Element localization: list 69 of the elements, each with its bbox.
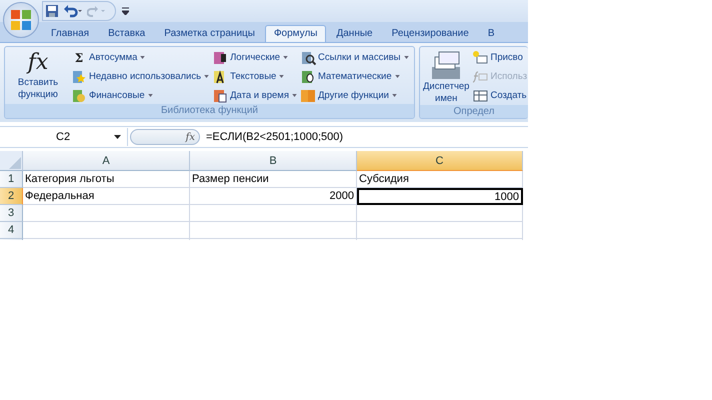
- ribbon-tab[interactable]: Разметка страницы: [155, 25, 264, 42]
- table-cell[interactable]: Субсидия: [357, 171, 523, 188]
- ribbon-button[interactable]: Присво: [471, 49, 528, 66]
- formula-field[interactable]: =ЕСЛИ(B2<2501;1000;500): [202, 131, 344, 143]
- ribbon-button[interactable]: Логические: [211, 49, 298, 66]
- save-icon[interactable]: [45, 4, 59, 18]
- caret-icon: [392, 94, 397, 97]
- table-cell[interactable]: [23, 222, 190, 239]
- table-cell[interactable]: Размер пенсии: [190, 171, 357, 188]
- caret-icon: [204, 75, 210, 78]
- function-icon: [472, 68, 488, 84]
- fx-icon: fx: [28, 49, 48, 77]
- caret-icon: [114, 135, 121, 139]
- triangle-icon: [9, 157, 21, 169]
- table-cell[interactable]: [357, 205, 523, 222]
- ribbon-button[interactable]: Текстовые: [211, 68, 298, 85]
- book-magnifier-icon: [300, 50, 316, 66]
- table-icon: [472, 88, 488, 104]
- table-cell[interactable]: 2000: [190, 188, 357, 205]
- insert-function-button[interactable]: fx: [130, 129, 200, 145]
- book-coin-icon: [71, 88, 87, 104]
- books-icon: [300, 88, 316, 104]
- caret-icon: [283, 56, 288, 59]
- table-cell[interactable]: 1000: [357, 188, 523, 205]
- column-header[interactable]: B: [190, 151, 357, 171]
- table-cell[interactable]: [357, 222, 523, 239]
- table-cell[interactable]: Федеральная: [23, 188, 190, 205]
- table-cell[interactable]: [190, 205, 357, 222]
- ribbon-button[interactable]: Недавно использовались: [70, 68, 210, 85]
- ribbon-tab[interactable]: Главная: [42, 25, 98, 42]
- customize-menu-icon[interactable]: [122, 7, 129, 15]
- ribbon-tab[interactable]: Данные: [327, 25, 382, 42]
- sigma-icon: Σ: [71, 50, 87, 66]
- table-cell[interactable]: [23, 205, 190, 222]
- select-all-button[interactable]: [0, 151, 23, 171]
- caret-icon: [394, 75, 400, 78]
- group-label: Определ: [420, 105, 528, 118]
- ribbon-button[interactable]: Σ Автосумма: [70, 49, 210, 66]
- ribbon-button[interactable]: Дата и время: [211, 87, 298, 104]
- ribbon-tab[interactable]: Рецензирование: [382, 25, 478, 42]
- name-box[interactable]: C2: [0, 128, 128, 146]
- office-logo-icon: [10, 9, 32, 31]
- row-header[interactable]: 3: [0, 205, 23, 222]
- undo-icon[interactable]: [63, 4, 83, 18]
- book-calendar-icon: [212, 88, 228, 104]
- caret-icon: [148, 94, 153, 97]
- insert-function-button[interactable]: fx Вставить функцию: [7, 49, 69, 104]
- name-manager-button[interactable]: Диспетчер имен: [422, 49, 470, 105]
- row-header[interactable]: 1: [0, 171, 23, 188]
- book-star-icon: [71, 68, 87, 84]
- caret-icon: [404, 56, 409, 59]
- ribbon-tab[interactable]: В: [478, 25, 504, 42]
- ribbon-tab[interactable]: Вставка: [99, 25, 154, 42]
- ribbon-button[interactable]: Математические: [298, 68, 410, 85]
- row-header[interactable]: 4: [0, 222, 23, 239]
- table-cell[interactable]: Категория льготы: [23, 171, 190, 188]
- column-header[interactable]: A: [23, 151, 190, 171]
- column-header[interactable]: C: [357, 151, 523, 171]
- group-label: Библиотека функций: [5, 104, 414, 118]
- ribbon-button[interactable]: Финансовые: [70, 87, 210, 104]
- ribbon-button[interactable]: Ссылки и массивы: [298, 49, 410, 66]
- caret-icon: [292, 94, 297, 97]
- caret-icon: [279, 75, 284, 78]
- table-cell[interactable]: [190, 222, 357, 239]
- ribbon-button[interactable]: Другие функции: [298, 87, 410, 104]
- ribbon-tab[interactable]: Формулы: [264, 25, 326, 42]
- ribbon-button[interactable]: Создать: [471, 87, 528, 104]
- row-header[interactable]: 2: [0, 188, 23, 205]
- caret-icon: [140, 56, 146, 59]
